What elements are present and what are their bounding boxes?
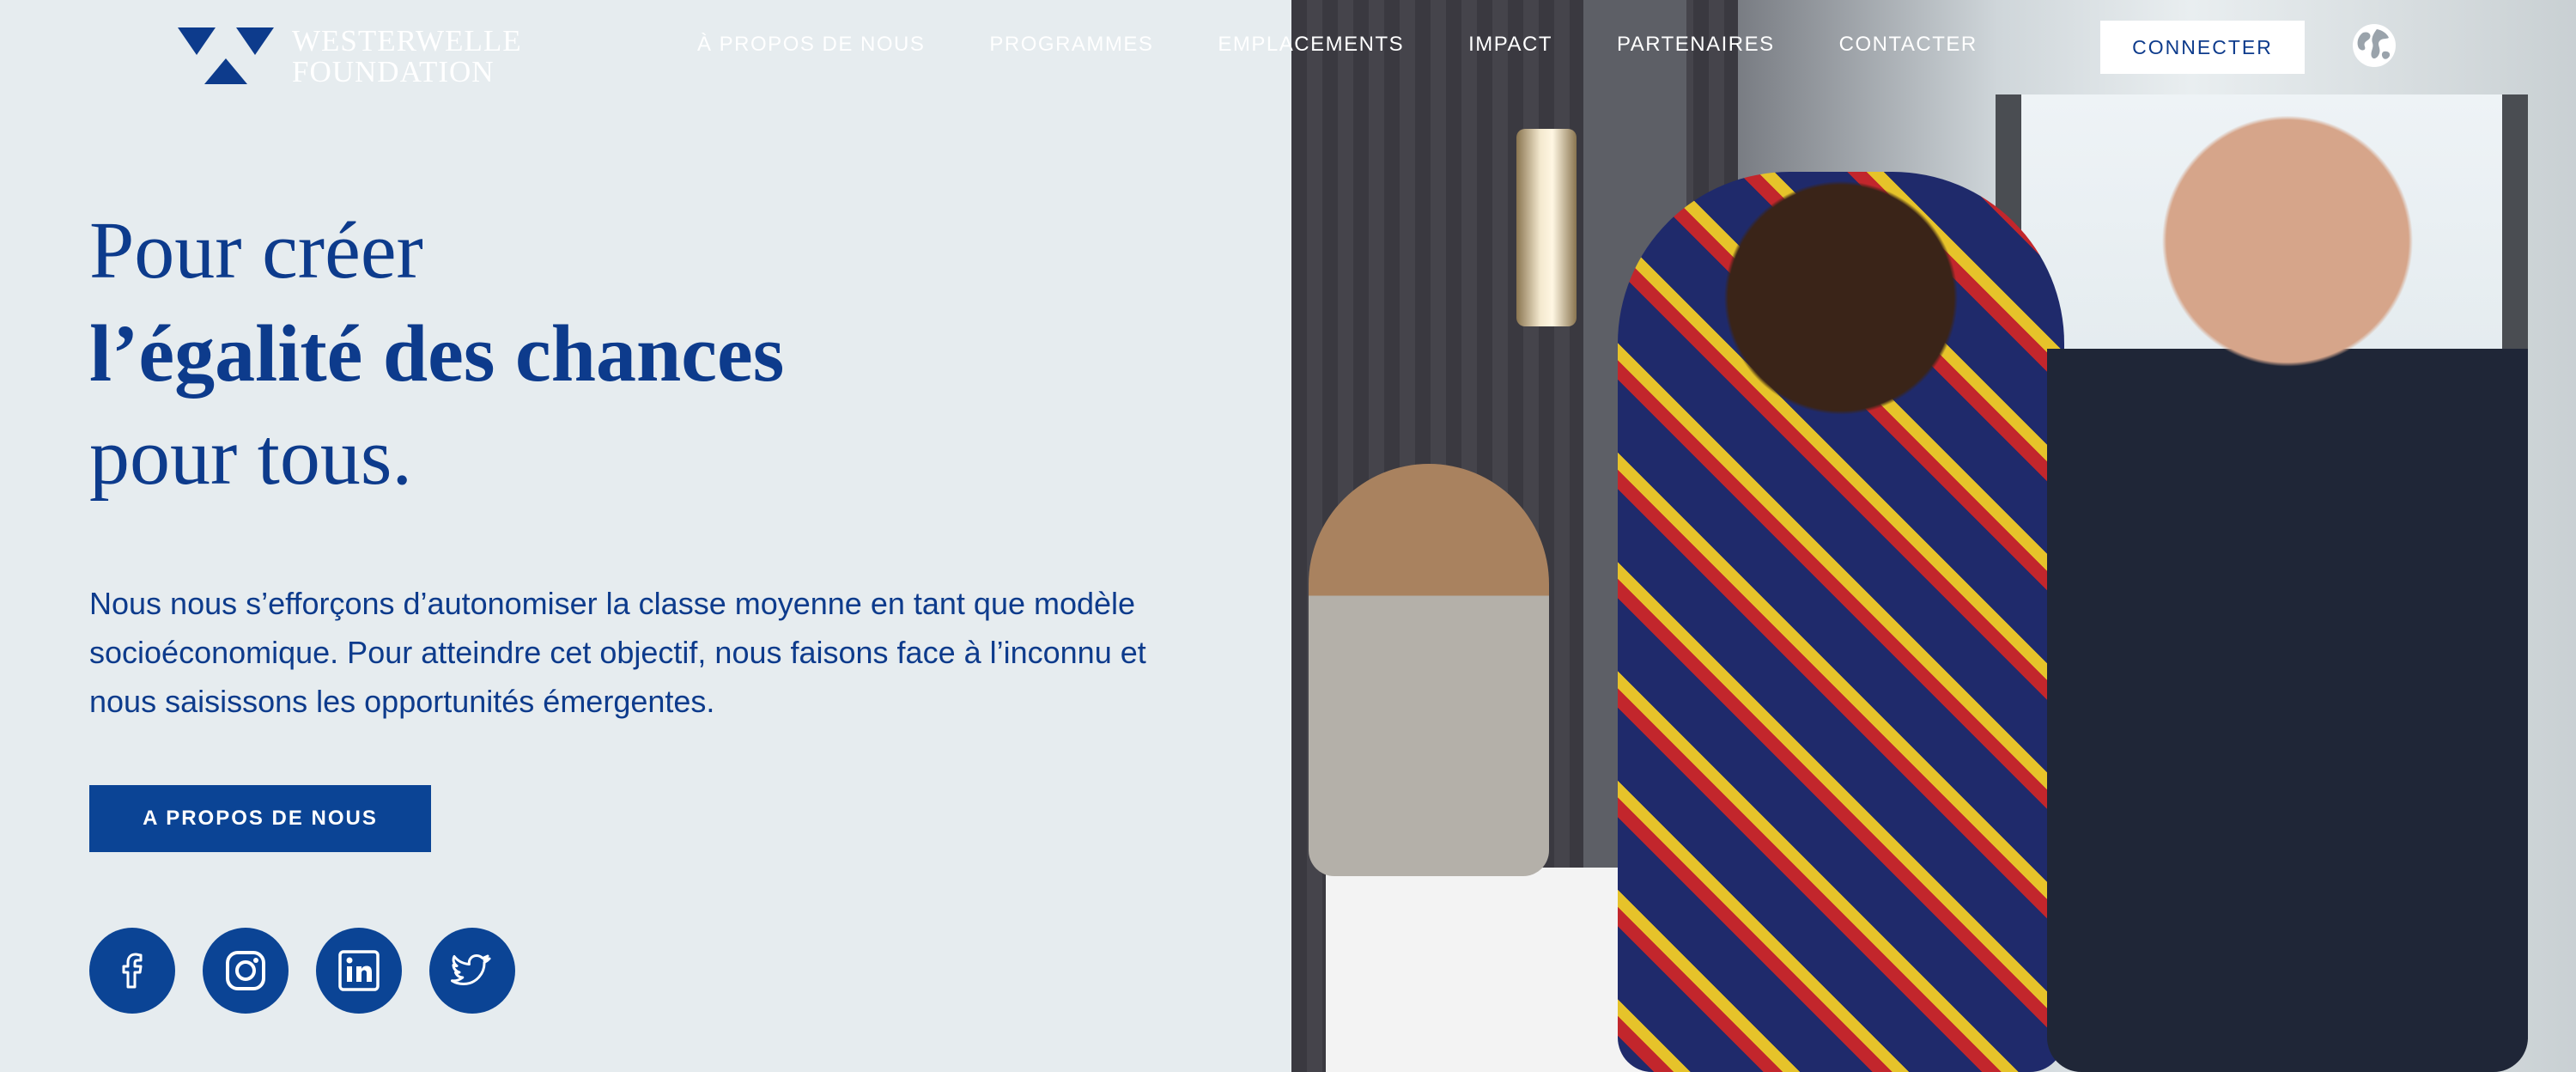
hero-headline: Pour créer l’égalité des chances pour to…: [89, 199, 784, 509]
facebook-link[interactable]: [89, 928, 175, 1014]
facebook-icon: [122, 953, 143, 989]
nav-item-partners[interactable]: PARTENAIRES: [1617, 33, 1775, 57]
about-us-button[interactable]: A PROPOS DE NOUS: [89, 785, 431, 852]
hero-description: Nous nous s’efforçons d’autonomiser la c…: [89, 586, 1146, 719]
headline-line-3: pour tous.: [89, 412, 412, 502]
main-menu: À PROPOS DE NOUS PROGRAMMES EMPLACEMENTS…: [697, 33, 2042, 57]
nav-item-about[interactable]: À PROPOS DE NOUS: [697, 33, 925, 57]
globe-icon[interactable]: [2351, 22, 2397, 69]
hero-text-panel: [0, 0, 1291, 1072]
social-links: [89, 928, 515, 1014]
logo-text-line1: WESTERWELLE: [292, 24, 522, 58]
linkedin-icon: [338, 950, 380, 991]
twitter-icon: [451, 954, 491, 985]
nav-item-programmes[interactable]: PROGRAMMES: [989, 33, 1153, 57]
instagram-icon: [226, 951, 265, 990]
twitter-link[interactable]: [429, 928, 515, 1014]
headline-line-1: Pour créer: [89, 206, 423, 295]
foundation-logo[interactable]: WESTERWELLE FOUNDATION: [178, 24, 522, 88]
nav-item-impact[interactable]: IMPACT: [1468, 33, 1552, 57]
nav-item-locations[interactable]: EMPLACEMENTS: [1218, 33, 1404, 57]
instagram-link[interactable]: [203, 928, 289, 1014]
logo-mark-icon: [178, 27, 274, 84]
hero-photo: [1291, 0, 2576, 1072]
linkedin-link[interactable]: [316, 928, 402, 1014]
logo-text-line2: FOUNDATION: [292, 55, 495, 88]
nav-item-contact[interactable]: CONTACTER: [1839, 33, 1978, 57]
top-navigation: WESTERWELLE FOUNDATION À PROPOS DE NOUS …: [0, 0, 2576, 94]
headline-line-2: l’égalité des chances: [89, 309, 785, 399]
connect-button[interactable]: CONNECTER: [2100, 21, 2305, 74]
